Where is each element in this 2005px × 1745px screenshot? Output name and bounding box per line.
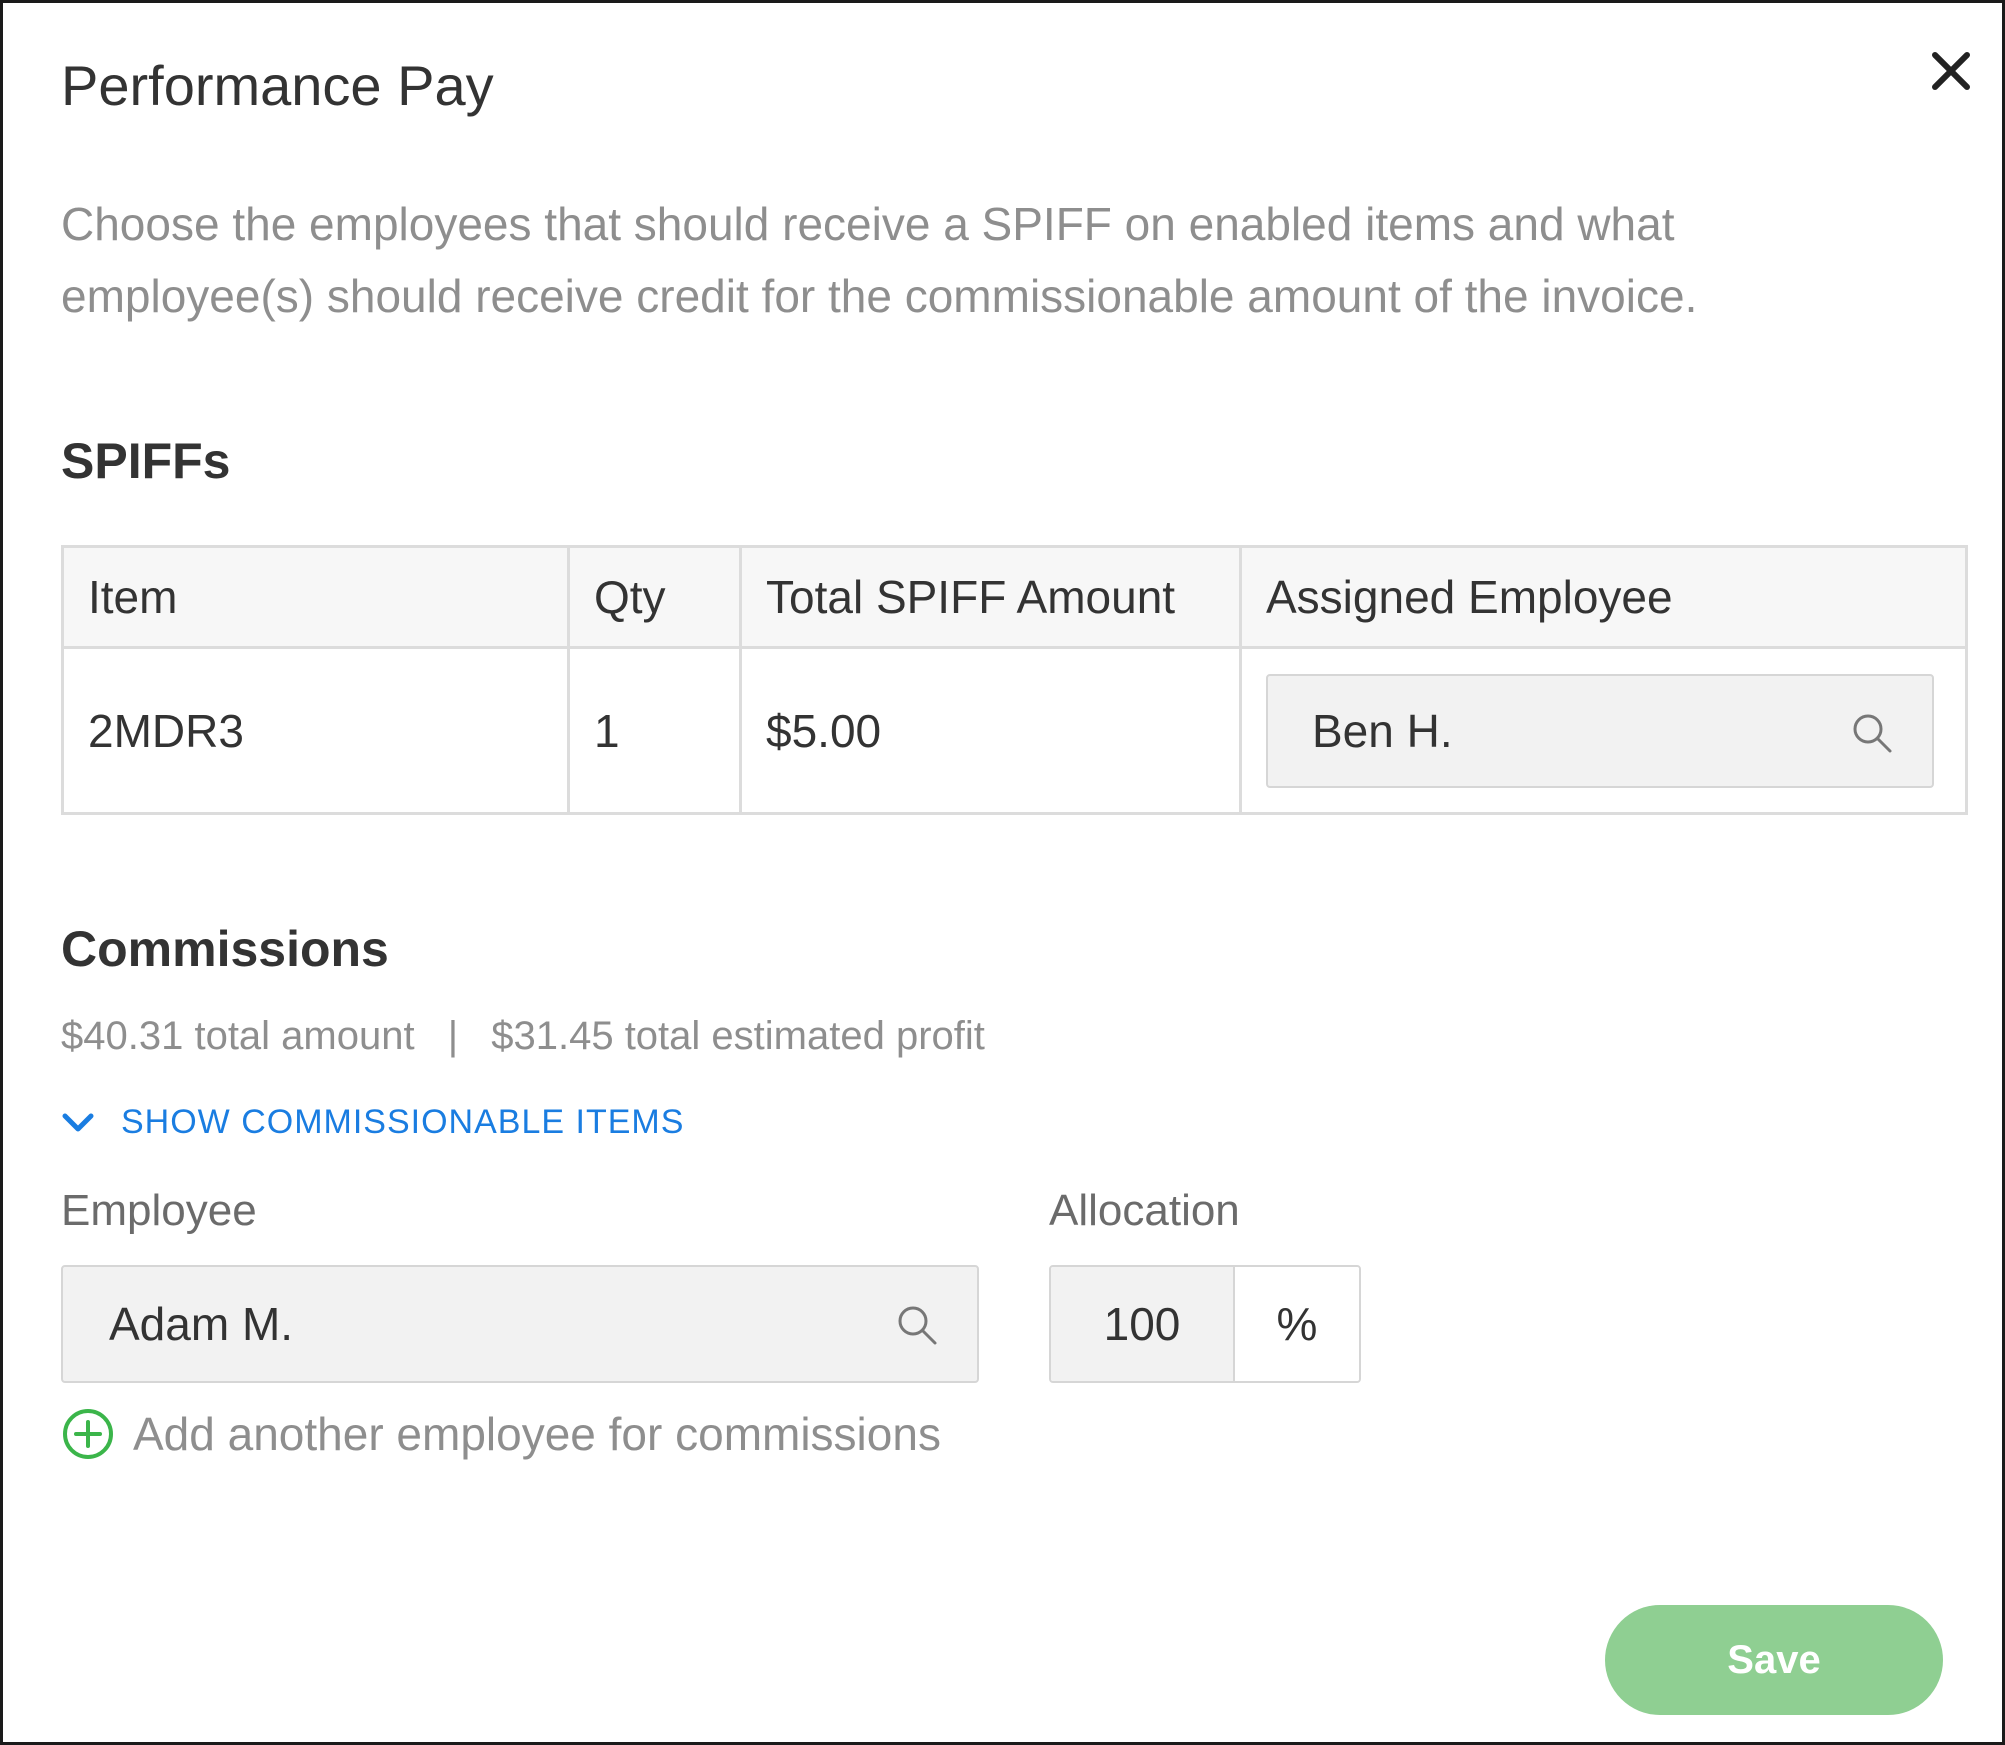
add-employee-label: Add another employee for commissions (133, 1408, 941, 1460)
add-circle-icon (63, 1409, 113, 1459)
total-profit-text: $31.45 total estimated profit (491, 1014, 985, 1058)
spiffs-table: Item Qty Total SPIFF Amount Assigned Emp… (61, 545, 1968, 815)
employee-label: Employee (61, 1186, 257, 1235)
employee-value: Adam M. (109, 1298, 294, 1350)
search-icon (898, 1306, 937, 1345)
col-header-total-spiff-amount: Total SPIFF Amount (739, 545, 1242, 649)
cell-qty: 1 (567, 646, 742, 815)
summary-separator: | (447, 1014, 459, 1058)
total-amount-text: $40.31 total amount (61, 1014, 415, 1058)
show-commissionable-items-toggle[interactable]: SHOW COMMISSIONABLE ITEMS (61, 1103, 684, 1142)
allocation-unit: % (1235, 1267, 1359, 1381)
close-icon[interactable] (1923, 43, 1979, 99)
assigned-employee-value: Ben H. (1312, 704, 1453, 757)
col-header-qty: Qty (567, 545, 742, 649)
table-row: 2MDR3 1 $5.00 Ben H. (61, 646, 1968, 815)
search-icon (1853, 714, 1892, 752)
cell-item: 2MDR3 (61, 646, 570, 815)
allocation-field: 100 % (1049, 1265, 1361, 1383)
col-header-item: Item (61, 545, 570, 649)
dialog-description: Choose the employees that should receive… (61, 198, 1698, 322)
performance-pay-dialog: Performance Pay Choose the employees tha… (0, 0, 2005, 1745)
assigned-employee-select[interactable]: Ben H. (1266, 673, 1934, 788)
chevron-down-icon (62, 1113, 94, 1131)
allocation-input[interactable]: 100 (1051, 1267, 1235, 1381)
save-button[interactable]: Save (1605, 1605, 1943, 1715)
cell-assigned-employee: Ben H. (1239, 646, 1968, 815)
employee-search-field[interactable]: Adam M. (61, 1265, 979, 1383)
commissions-summary: $40.31 total amount | $31.45 total estim… (61, 1011, 985, 1061)
spiffs-heading: SPIFFs (61, 433, 231, 489)
allocation-label: Allocation (1049, 1186, 1240, 1235)
cell-amount: $5.00 (739, 646, 1242, 815)
toggle-label: SHOW COMMISSIONABLE ITEMS (121, 1103, 685, 1141)
commissions-heading: Commissions (61, 921, 389, 977)
col-header-assigned-employee: Assigned Employee (1239, 545, 1968, 649)
add-employee-link[interactable]: Add another employee for commissions (61, 1407, 941, 1461)
spiffs-table-header: Item Qty Total SPIFF Amount Assigned Emp… (61, 545, 1968, 649)
dialog-title: Performance Pay (61, 54, 494, 117)
